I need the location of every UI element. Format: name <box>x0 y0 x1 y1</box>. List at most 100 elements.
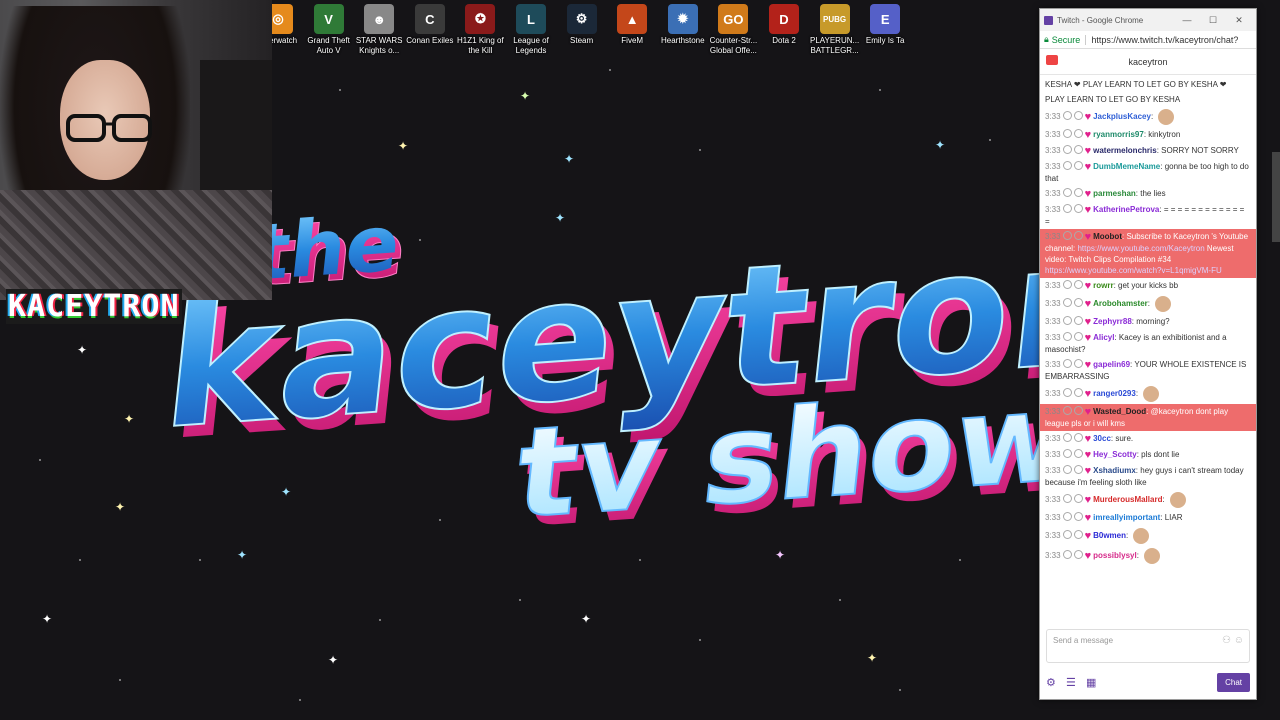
chat-username[interactable]: Xshadiumx <box>1093 466 1136 475</box>
subscriber-badge-icon: ♥ <box>1084 129 1092 141</box>
ban-icon[interactable] <box>1062 231 1072 240</box>
desktop-shortcut-label: Conan Exiles <box>406 36 454 45</box>
chat-message-list[interactable]: KESHA ❤ PLAY LEARN TO LET GO BY KESHA ❤ P… <box>1040 75 1256 623</box>
chat-username[interactable]: parmeshan <box>1093 189 1136 198</box>
chat-message: 3:33 ♥ B0wmen: <box>1040 526 1256 546</box>
chat-send-button[interactable]: Chat <box>1217 672 1250 692</box>
ban-icon[interactable] <box>1062 359 1072 368</box>
timeout-icon[interactable] <box>1073 111 1083 121</box>
timeout-icon[interactable] <box>1073 550 1083 560</box>
chat-message: 3:33 ♥ rowrr: get your kicks bb <box>1040 278 1256 294</box>
desktop-shortcut[interactable]: PUBG PLAYERUN... BATTLEGR... <box>810 4 860 56</box>
chat-username[interactable]: rowrr <box>1093 281 1113 290</box>
timeout-icon[interactable] <box>1073 280 1083 289</box>
chat-username[interactable]: ranger0293 <box>1093 389 1136 398</box>
pubg-icon: PUBG <box>819 4 850 34</box>
ban-icon[interactable] <box>1062 332 1072 341</box>
minimize-button[interactable]: — <box>1174 15 1200 25</box>
chat-username[interactable]: ryanmorris97 <box>1093 130 1144 139</box>
chat-link[interactable]: https://www.youtube.com/watch?v=L1qmigVM… <box>1045 266 1222 275</box>
chat-username[interactable]: MurderousMallard <box>1093 495 1162 504</box>
svg-text:✦: ✦ <box>520 89 530 103</box>
bits-gift-icon[interactable]: ▦ <box>1086 676 1104 689</box>
close-button[interactable]: ✕ <box>1226 15 1252 26</box>
chat-username[interactable]: watermelonchris <box>1093 146 1157 155</box>
ban-icon[interactable] <box>1062 465 1072 474</box>
chat-username[interactable]: KatherinePetrova <box>1093 205 1159 214</box>
ban-icon[interactable] <box>1062 161 1072 170</box>
chat-username[interactable]: Alicyl <box>1093 333 1114 342</box>
timeout-icon[interactable] <box>1073 388 1083 398</box>
maximize-button[interactable]: ☐ <box>1200 15 1226 26</box>
desktop-shortcut[interactable]: ⚙ Steam <box>557 4 607 46</box>
timeout-icon[interactable] <box>1073 129 1083 138</box>
url-text[interactable]: https://www.twitch.tv/kaceytron/chat? <box>1091 35 1238 45</box>
chat-username[interactable]: B0wmen <box>1093 531 1126 540</box>
ban-icon[interactable] <box>1062 406 1072 415</box>
timeout-icon[interactable] <box>1073 161 1083 170</box>
ban-icon[interactable] <box>1062 550 1072 560</box>
subscriber-badge-icon: ♥ <box>1084 316 1092 328</box>
ban-icon[interactable] <box>1062 530 1072 540</box>
timeout-icon[interactable] <box>1073 332 1083 341</box>
chat-username[interactable]: Moobot <box>1093 232 1122 241</box>
desktop-shortcut[interactable]: ▲ FiveM <box>607 4 657 46</box>
desktop-shortcut[interactable]: ☻ STAR WARS Knights o... <box>354 4 404 56</box>
viewer-list-icon[interactable]: ☰ <box>1066 676 1084 689</box>
desktop-shortcut[interactable]: E Emily Is Ta <box>860 4 910 46</box>
chat-username[interactable]: 30cc <box>1093 434 1111 443</box>
ban-icon[interactable] <box>1062 280 1072 289</box>
ban-icon[interactable] <box>1062 298 1072 308</box>
desktop-shortcut[interactable]: ✹ Hearthstone <box>658 4 708 46</box>
ban-icon[interactable] <box>1062 188 1072 197</box>
desktop-shortcut[interactable]: L League of Legends <box>506 4 556 56</box>
timeout-icon[interactable] <box>1073 316 1083 325</box>
ban-icon[interactable] <box>1062 111 1072 121</box>
timeout-icon[interactable] <box>1073 231 1083 240</box>
ban-icon[interactable] <box>1062 433 1072 442</box>
chat-username[interactable]: Arobohamster <box>1093 299 1148 308</box>
timeout-icon[interactable] <box>1073 465 1083 474</box>
ban-icon[interactable] <box>1062 512 1072 521</box>
chat-username[interactable]: imreallyimportant <box>1093 513 1160 522</box>
ban-icon[interactable] <box>1062 145 1072 154</box>
address-bar[interactable]: 🔒︎ Secure https://www.twitch.tv/kaceytro… <box>1040 31 1256 49</box>
timeout-icon[interactable] <box>1073 359 1083 368</box>
timeout-icon[interactable] <box>1073 433 1083 442</box>
svg-text:✦: ✦ <box>398 139 408 153</box>
ban-icon[interactable] <box>1062 204 1072 213</box>
chat-link[interactable]: https://www.youtube.com/Kaceytron <box>1077 244 1204 253</box>
chat-username[interactable]: Hey_Scotty <box>1093 450 1137 459</box>
chat-username[interactable]: JackplusKacey <box>1093 112 1151 121</box>
desktop-shortcut[interactable]: ✪ H1Z1 King of the Kill <box>455 4 505 56</box>
timeout-icon[interactable] <box>1073 298 1083 308</box>
timeout-icon[interactable] <box>1073 406 1083 415</box>
chat-username[interactable]: Wasted_Dood <box>1093 407 1146 416</box>
timeout-icon[interactable] <box>1073 145 1083 154</box>
chat-input[interactable]: Send a message ⚇ ☺ <box>1046 629 1250 663</box>
ban-icon[interactable] <box>1062 449 1072 458</box>
desktop-shortcut[interactable]: D Dota 2 <box>759 4 809 46</box>
timeout-icon[interactable] <box>1073 530 1083 540</box>
subscriber-badge-icon: ♥ <box>1084 188 1092 200</box>
gift-icon[interactable] <box>1046 55 1058 65</box>
timeout-icon[interactable] <box>1073 204 1083 213</box>
chat-timestamp: 3:33 <box>1045 389 1061 399</box>
ban-icon[interactable] <box>1062 388 1072 398</box>
ban-icon[interactable] <box>1062 316 1072 325</box>
ban-icon[interactable] <box>1062 129 1072 138</box>
chat-username[interactable]: gapelin69 <box>1093 360 1130 369</box>
timeout-icon[interactable] <box>1073 494 1083 504</box>
settings-gear-icon[interactable]: ⚙ <box>1046 676 1064 689</box>
timeout-icon[interactable] <box>1073 188 1083 197</box>
timeout-icon[interactable] <box>1073 512 1083 521</box>
ban-icon[interactable] <box>1062 494 1072 504</box>
emote-picker-icon[interactable]: ⚇ ☺ <box>1222 635 1244 646</box>
chat-username[interactable]: possiblysyl <box>1093 551 1137 560</box>
desktop-shortcut[interactable]: V Grand Theft Auto V <box>304 4 354 56</box>
chat-username[interactable]: DumbMemeName <box>1093 162 1160 171</box>
chat-username[interactable]: Zephyrr88 <box>1093 317 1132 326</box>
desktop-shortcut[interactable]: GO Counter-Str... Global Offe... <box>708 4 758 56</box>
desktop-shortcut[interactable]: C Conan Exiles <box>405 4 455 46</box>
timeout-icon[interactable] <box>1073 449 1083 458</box>
